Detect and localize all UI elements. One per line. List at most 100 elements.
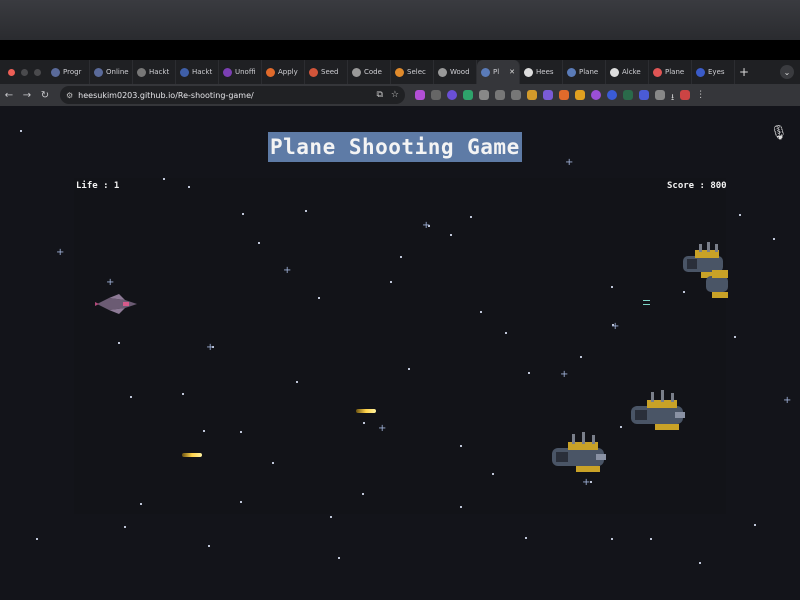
browser-tab[interactable]: Online [90,60,133,84]
reload-button[interactable]: ↻ [36,90,54,101]
extension-icon[interactable] [479,90,489,100]
back-button[interactable]: ← [0,90,18,101]
star [182,393,184,395]
close-tab-icon[interactable]: ✕ [509,68,515,76]
page-title: Plane Shooting Game [268,132,522,162]
star [330,516,332,518]
new-tab-button[interactable]: + [739,65,749,79]
tab-label: Seed [321,68,339,76]
extension-icon[interactable] [639,90,649,100]
tab-label: Alcke [622,68,641,76]
tab-label: Progr [63,68,82,76]
browser-tab[interactable]: Hackt [133,60,176,84]
extension-icon[interactable] [575,90,585,100]
browser-tab[interactable]: Alcke [606,60,649,84]
tab-label: Hackt [192,68,213,76]
browser-tab[interactable]: Plane [563,60,606,84]
extension-icon[interactable] [543,90,553,100]
player-ship [95,294,137,314]
star [36,538,38,540]
browser-tab[interactable]: Seed [305,60,348,84]
extension-icon[interactable] [607,90,617,100]
address-bar[interactable]: ⚙ heesukim0203.github.io/Re-shooting-gam… [60,86,405,104]
star [272,462,274,464]
browser-toolbar: ← → ↻ ⚙ heesukim0203.github.io/Re-shooti… [0,84,800,106]
extension-icon[interactable] [623,90,633,100]
bookmark-star-icon[interactable]: ☆ [391,90,399,100]
sparkle-star: + [422,220,431,231]
star [363,422,365,424]
tab-label: Wood [450,68,470,76]
browser-tab[interactable]: Wood [434,60,477,84]
tab-label: Plane [579,68,599,76]
bullet [356,409,376,413]
browser-tab[interactable]: Apply [262,60,305,84]
extension-icon[interactable] [527,90,537,100]
sparkle-star: + [611,321,620,332]
tab-label: Eyes [708,68,725,76]
bullet [182,453,202,457]
install-app-icon[interactable]: ⧉ [376,90,382,100]
github-icon [610,67,619,77]
puzzle-icon[interactable] [655,90,665,100]
star [620,426,622,428]
minimize-window-button[interactable] [21,68,28,76]
site-info-icon[interactable]: ⚙ [66,91,73,100]
browser-tab[interactable]: Code [348,60,391,84]
maximize-window-button[interactable] [34,68,41,76]
browser-tab[interactable]: Progr [47,60,90,84]
star [773,238,775,240]
microphone-icon[interactable]: 🎙 [770,125,788,141]
star [118,342,120,344]
profile-icon[interactable] [680,90,691,100]
extension-icon[interactable] [463,90,473,100]
star [242,213,244,215]
star [734,336,736,338]
browser-tab[interactable]: Plane [649,60,692,84]
tab-label: Plane [665,68,685,76]
star [480,311,482,313]
extension-icon[interactable] [495,90,505,100]
game-canvas[interactable] [74,178,726,514]
menu-icon[interactable]: ⋮ [696,90,705,100]
extension-icon[interactable] [559,90,569,100]
wood-icon [438,67,447,77]
browser-tab[interactable]: Hees [520,60,563,84]
star [203,430,205,432]
extensions-area: ⭳ ⋮ [415,90,705,103]
star [650,538,652,540]
star [611,286,613,288]
extension-icon[interactable] [447,90,457,100]
extension-icon[interactable] [511,90,521,100]
tab-label: Hees [536,68,554,76]
star [754,524,756,526]
enemy-ship [631,390,685,430]
tab-search-button[interactable]: ⌄ [780,65,794,79]
star [450,234,452,236]
tab-label: Selec [407,68,426,76]
star [611,538,613,540]
browser-tab[interactable]: Unoffi [219,60,262,84]
star [492,473,494,475]
enemy-ship [706,270,728,298]
browser-tab[interactable]: Selec [391,60,434,84]
seed-icon [309,67,318,77]
browser-tab[interactable]: Eyes [692,60,735,84]
browser-tab[interactable]: Pl ✕ [477,60,520,84]
star [163,178,165,180]
close-window-button[interactable] [8,68,15,76]
browser-tab[interactable]: Hackt [176,60,219,84]
star [390,281,392,283]
download-icon[interactable]: ⭳ [671,90,674,103]
z-icon [395,67,404,77]
extension-icon[interactable] [431,90,441,100]
star [525,537,527,539]
extension-icon[interactable] [591,90,601,100]
github-icon [524,67,533,77]
extension-icon[interactable] [415,90,425,100]
url-text[interactable]: heesukim0203.github.io/Re-shooting-game/ [78,91,254,100]
star [240,501,242,503]
star [318,297,320,299]
forward-button[interactable]: → [18,90,36,101]
star [258,242,260,244]
